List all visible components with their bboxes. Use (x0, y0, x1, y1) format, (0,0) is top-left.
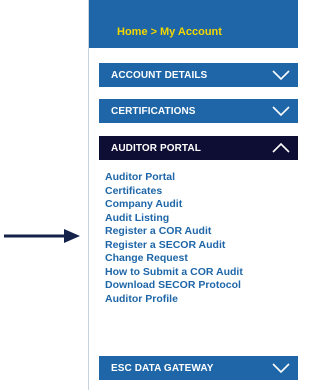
chevron-up-icon (272, 143, 290, 153)
account-sidebar: Home > My Account ACCOUNT DETAILS CERTIF… (88, 0, 298, 390)
link-auditor-profile[interactable]: Auditor Profile (105, 293, 243, 307)
link-company-audit[interactable]: Company Audit (105, 198, 243, 212)
chevron-down-icon (272, 363, 290, 373)
section-auditor-portal[interactable]: AUDITOR PORTAL (99, 136, 298, 160)
section-label: ACCOUNT DETAILS (111, 69, 208, 81)
link-auditor-portal[interactable]: Auditor Portal (105, 171, 243, 185)
chevron-down-icon (272, 70, 290, 80)
auditor-portal-links: Auditor Portal Certificates Company Audi… (105, 171, 243, 306)
section-esc-data-gateway[interactable]: ESC DATA GATEWAY (99, 356, 298, 380)
link-register-cor-audit[interactable]: Register a COR Audit (105, 225, 243, 239)
link-audit-listing[interactable]: Audit Listing (105, 212, 243, 226)
breadcrumb: Home > My Account (89, 10, 298, 38)
section-certifications[interactable]: CERTIFICATIONS (99, 99, 298, 123)
section-label: ESC DATA GATEWAY (111, 362, 214, 374)
link-certificates[interactable]: Certificates (105, 185, 243, 199)
breadcrumb-home-link[interactable]: Home (117, 26, 148, 38)
section-label: CERTIFICATIONS (111, 105, 196, 117)
link-how-to-submit-cor-audit[interactable]: How to Submit a COR Audit (105, 266, 243, 280)
link-register-secor-audit[interactable]: Register a SECOR Audit (105, 239, 243, 253)
link-download-secor-protocol[interactable]: Download SECOR Protocol (105, 279, 243, 293)
chevron-down-icon (272, 106, 290, 116)
breadcrumb-separator: > (150, 26, 157, 38)
section-label: AUDITOR PORTAL (111, 142, 201, 154)
pointer-arrow-icon (4, 229, 80, 243)
breadcrumb-bar: Home > My Account (89, 0, 298, 48)
link-change-request[interactable]: Change Request (105, 252, 243, 266)
section-account-details[interactable]: ACCOUNT DETAILS (99, 63, 298, 87)
breadcrumb-current: My Account (160, 26, 222, 38)
